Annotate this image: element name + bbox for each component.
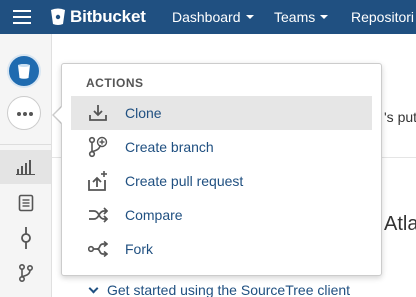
sidebar-item-commits[interactable] — [0, 221, 51, 255]
chevron-down-icon — [245, 15, 254, 19]
hamburger-menu-icon[interactable] — [13, 10, 31, 24]
bitbucket-logo[interactable]: Bitbucket — [50, 6, 146, 28]
menu-item-label: Fork — [125, 241, 153, 257]
brand-name: Bitbucket — [70, 7, 146, 26]
dropdown-pointer-fill — [54, 107, 62, 123]
pull-request-icon — [85, 170, 111, 192]
bucket-icon — [18, 64, 30, 79]
sidebar-item-branches[interactable] — [0, 256, 51, 290]
nav-repositories[interactable]: Repositori — [351, 9, 414, 25]
menu-item-label: Create branch — [125, 139, 214, 155]
background-heading: Atla — [384, 213, 416, 235]
sourcetree-link[interactable]: Get started using the SourceTree client — [88, 282, 351, 297]
dropdown-heading: ACTIONS — [86, 76, 144, 90]
compare-icon — [85, 207, 111, 223]
menu-item-label: Create pull request — [125, 173, 244, 189]
nav-teams[interactable]: Teams — [274, 9, 329, 25]
sidebar-item-source[interactable] — [0, 186, 51, 220]
dot-icon — [17, 112, 21, 116]
branch-icon — [85, 136, 111, 158]
background-snippet: 's put — [384, 109, 416, 125]
repository-avatar[interactable] — [7, 54, 41, 88]
nav-repositories-label: Repositori — [351, 9, 415, 25]
nav-dashboard-label: Dashboard — [172, 9, 241, 25]
more-actions-button[interactable] — [7, 96, 41, 130]
menu-item-create-branch[interactable]: Create branch — [71, 130, 372, 164]
nav-teams-label: Teams — [274, 9, 316, 25]
branch-icon — [18, 263, 33, 283]
sidebar-item-overview[interactable] — [0, 150, 51, 184]
sidebar-divider — [0, 144, 51, 145]
chevron-down-icon — [320, 15, 329, 19]
menu-item-label: Compare — [125, 207, 183, 223]
actions-dropdown: ACTIONS Clone Create branch Create pull … — [61, 63, 382, 276]
dot-icon — [29, 112, 33, 116]
nav-dashboard[interactable]: Dashboard — [172, 9, 254, 25]
repo-sidebar — [0, 34, 52, 297]
fork-icon — [85, 241, 111, 257]
menu-item-compare[interactable]: Compare — [71, 198, 372, 232]
download-icon — [85, 104, 111, 122]
sourcetree-link-label: Get started using the SourceTree client — [107, 282, 351, 297]
bar-chart-icon — [15, 160, 35, 175]
menu-item-label: Clone — [125, 105, 162, 121]
commit-icon — [20, 227, 31, 249]
menu-item-create-pull-request[interactable]: Create pull request — [71, 164, 372, 198]
chevron-down-icon — [88, 283, 99, 294]
document-icon — [18, 194, 33, 212]
dot-icon — [23, 112, 27, 116]
bitbucket-bucket-icon — [51, 8, 65, 25]
menu-item-fork[interactable]: Fork — [71, 232, 372, 266]
top-navbar: Bitbucket Dashboard Teams Repositori — [0, 0, 416, 34]
menu-item-clone[interactable]: Clone — [71, 96, 372, 130]
